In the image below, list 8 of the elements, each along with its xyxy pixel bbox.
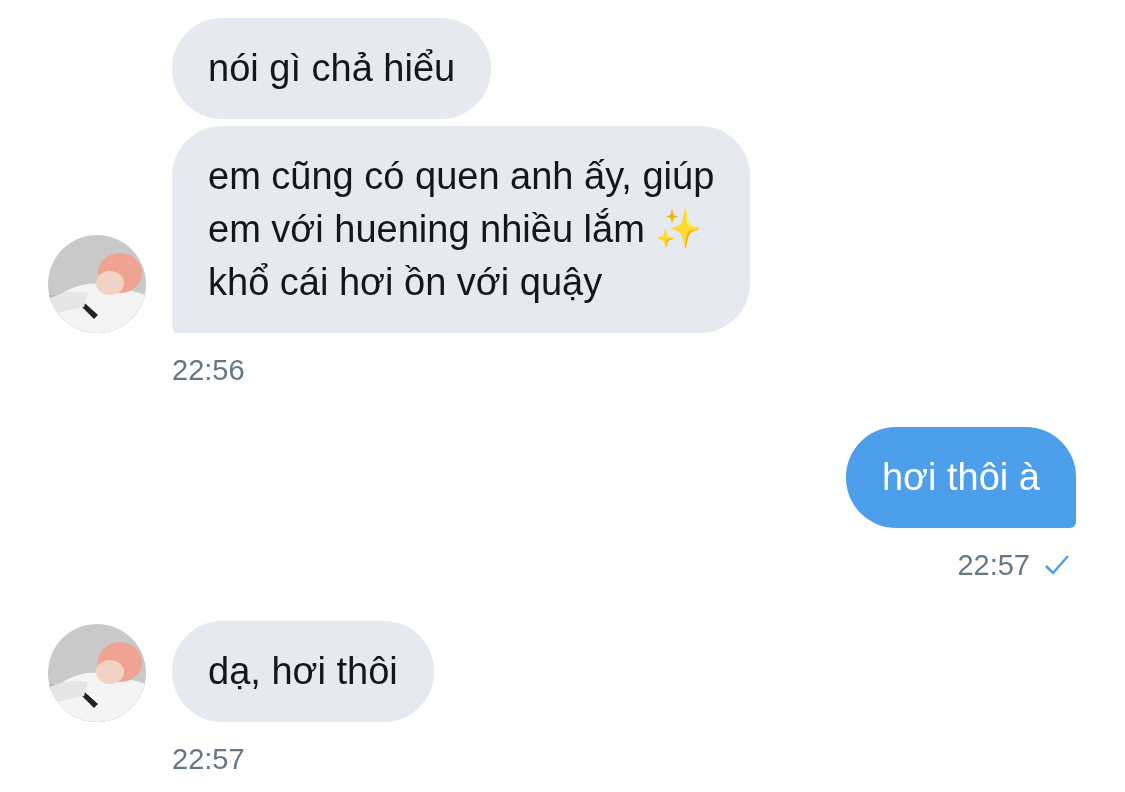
timestamp: 22:56 xyxy=(172,353,245,388)
message-bubble: hơi thôi à xyxy=(846,426,1076,528)
message-bubble: em cũng có quen anh ấy, giúp em với huening nhiều lắm ✨ khổ cái hơi ồn với quậy xyxy=(172,126,751,333)
check-icon xyxy=(1044,554,1070,577)
message-bubble: nói gì chả hiểu xyxy=(172,18,492,119)
message-bubble: dạ, hơi thôi xyxy=(172,621,434,722)
timestamp: 22:57 xyxy=(172,742,245,777)
timestamp: 22:57 xyxy=(957,547,1030,583)
